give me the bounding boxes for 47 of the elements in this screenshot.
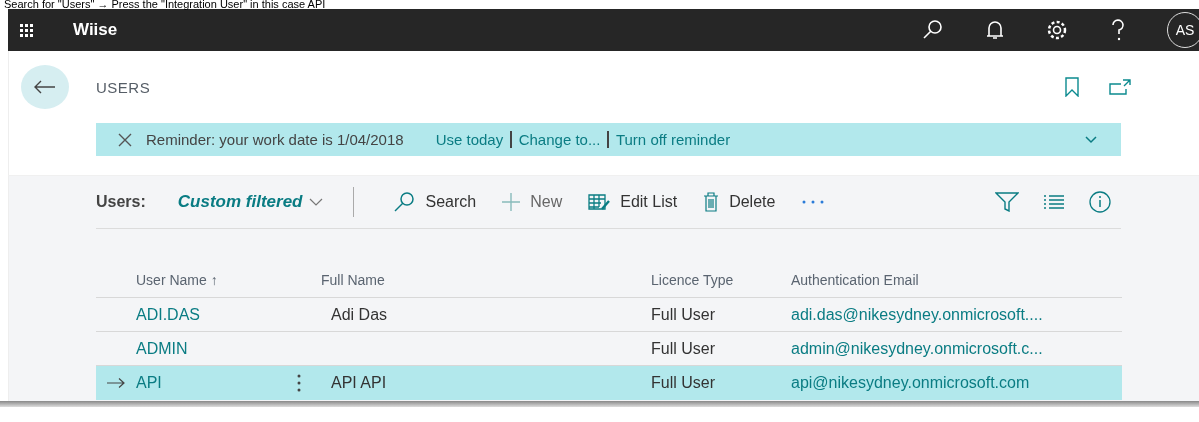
reminder-message: Reminder: your work date is 1/04/2018 xyxy=(146,131,404,148)
reminder-link[interactable]: Change to... xyxy=(518,131,601,148)
settings-icon[interactable] xyxy=(1045,18,1069,42)
info-icon[interactable] xyxy=(1089,191,1111,213)
more-options-icon[interactable] xyxy=(801,199,826,205)
back-button[interactable] xyxy=(21,65,69,109)
help-icon[interactable] xyxy=(1109,18,1127,42)
app-launcher-icon[interactable] xyxy=(20,23,33,37)
reminder-link[interactable]: Use today xyxy=(435,131,504,148)
table-cell: Adi Das xyxy=(331,305,388,324)
left-arrow-icon xyxy=(34,80,56,94)
right-arrow-icon xyxy=(107,377,125,388)
email-link[interactable]: adi.das@nikesydney.onmicrosoft.... xyxy=(791,305,1043,324)
trash-icon xyxy=(703,192,720,212)
toolbar-button[interactable]: New xyxy=(502,193,563,211)
user-name-link[interactable]: ADI.DAS xyxy=(136,305,200,324)
column-header[interactable]: Authentication Email xyxy=(791,263,1122,298)
chevron-down-icon xyxy=(308,198,323,206)
toolbar-button[interactable]: Delete xyxy=(703,192,776,212)
toolbar-button[interactable]: Search xyxy=(391,191,477,213)
column-header[interactable]: Licence Type xyxy=(651,263,791,298)
user-name-link[interactable]: API xyxy=(136,373,162,392)
app-name[interactable]: Wiise xyxy=(73,20,921,40)
page-title: USERS xyxy=(96,78,152,96)
view-label: Users: xyxy=(96,193,146,211)
email-link[interactable]: admin@nikesydney.onmicrosoft.c... xyxy=(791,339,1043,358)
open-in-new-window-icon[interactable] xyxy=(1109,79,1131,95)
filter-icon[interactable] xyxy=(995,192,1019,212)
row-menu-icon[interactable] xyxy=(296,373,301,392)
user-name-link[interactable]: ADMIN xyxy=(136,339,188,358)
close-icon[interactable] xyxy=(118,132,132,147)
column-header[interactable]: User Name ↑ xyxy=(136,263,321,298)
plus-icon xyxy=(502,193,521,211)
caption-text: Search for "Users" → Press the "Integration User" in this case API xyxy=(4,0,327,9)
reminder-link[interactable]: Turn off reminder xyxy=(615,131,731,148)
list-icon[interactable] xyxy=(1043,194,1065,210)
table-cell: Full User xyxy=(651,373,715,392)
table-cell: API API xyxy=(331,373,387,392)
chevron-down-icon[interactable] xyxy=(1085,135,1097,144)
table-edit-icon xyxy=(588,193,611,211)
filter-dropdown[interactable]: Custom filtered xyxy=(177,192,323,212)
bell-icon[interactable] xyxy=(985,19,1005,41)
bookmark-icon[interactable] xyxy=(1065,77,1079,97)
column-header[interactable]: Full Name xyxy=(321,263,651,298)
table-cell: Full User xyxy=(651,305,715,324)
toolbar-button[interactable]: Edit List xyxy=(588,193,678,211)
table-cell: Full User xyxy=(651,339,715,358)
